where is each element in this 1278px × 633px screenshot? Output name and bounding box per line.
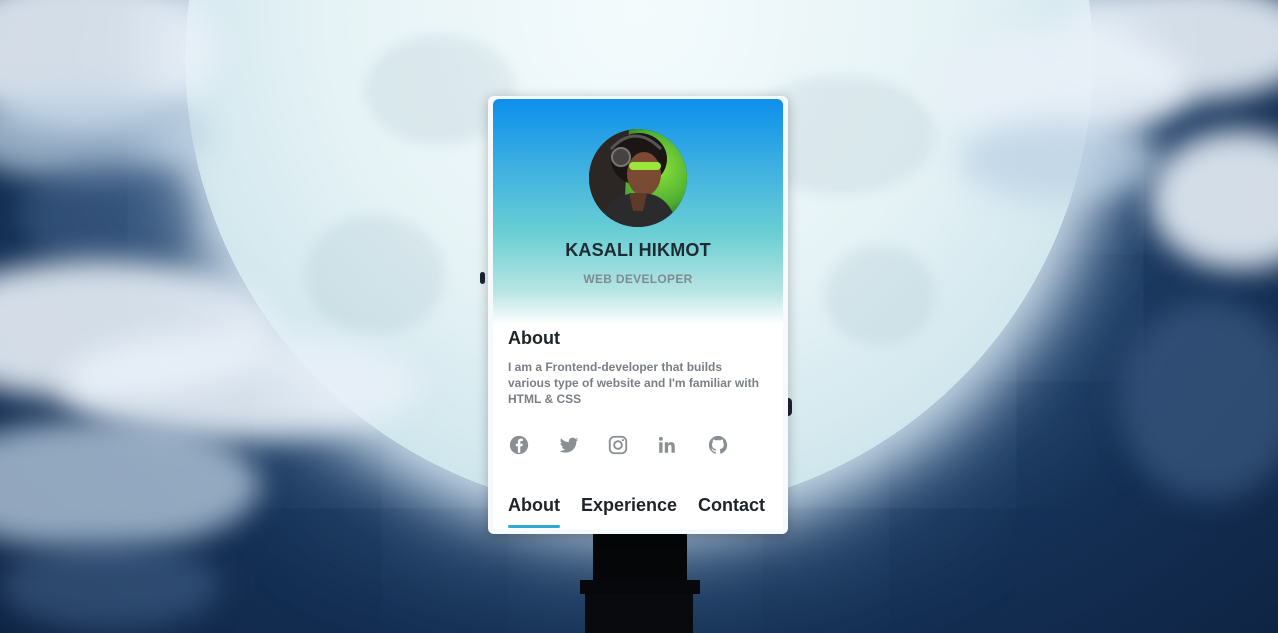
twitter-icon xyxy=(559,437,579,453)
facebook-link[interactable] xyxy=(508,434,530,456)
profile-name: KASALI HIKMOT xyxy=(565,240,711,260)
tab-about[interactable]: About xyxy=(508,495,560,516)
avatar-image xyxy=(589,129,687,227)
cloud xyxy=(20,160,190,270)
profile-role: WEB DEVELOPER xyxy=(583,272,693,286)
linkedin-icon xyxy=(658,436,675,453)
tab-experience[interactable]: Experience xyxy=(581,495,677,516)
cloud xyxy=(0,540,220,630)
tab-contact[interactable]: Contact xyxy=(698,495,765,516)
instagram-icon xyxy=(608,435,628,455)
about-description: I am a Frontend-developer that builds va… xyxy=(508,360,759,406)
cloud xyxy=(1150,130,1278,270)
avatar xyxy=(589,129,687,227)
cloud xyxy=(1120,300,1278,500)
background-scene: KASALI HIKMOT WEB DEVELOPER About I am a… xyxy=(0,0,1278,633)
profile-card: KASALI HIKMOT WEB DEVELOPER About I am a… xyxy=(493,99,783,529)
active-tab-indicator xyxy=(508,525,560,528)
instagram-link[interactable] xyxy=(607,434,629,456)
facebook-icon xyxy=(509,435,529,455)
github-link[interactable] xyxy=(707,434,729,456)
github-icon xyxy=(708,435,728,454)
tab-bar: About Experience Contact xyxy=(508,495,778,529)
twitter-link[interactable] xyxy=(558,434,580,456)
pillar-ledge xyxy=(580,580,700,594)
about-heading: About xyxy=(508,328,560,348)
cloud xyxy=(960,120,1160,200)
linkedin-link[interactable] xyxy=(656,434,678,456)
silhouette-mark xyxy=(480,272,485,284)
pillar-base xyxy=(585,594,693,633)
